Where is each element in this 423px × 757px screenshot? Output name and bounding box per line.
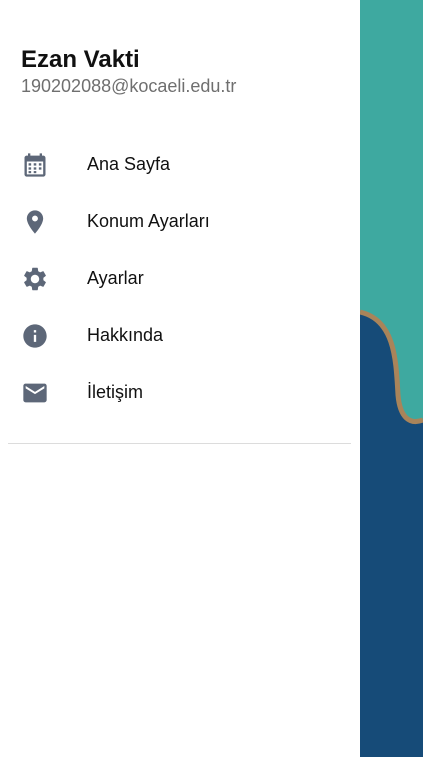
menu-divider	[8, 443, 351, 444]
menu-item-ayarlar[interactable]: Ayarlar	[0, 249, 360, 306]
menu-list: Ana Sayfa Konum Ayarları Ayarlar Hakkınd…	[0, 135, 360, 420]
mail-icon	[21, 379, 49, 407]
gear-icon	[21, 265, 49, 293]
menu-label-ayarlar: Ayarlar	[87, 268, 144, 288]
menu-label-iletisim: İletişim	[87, 382, 144, 402]
account-email: 190202088@kocaeli.edu.tr	[21, 76, 237, 96]
menu-label-hakkinda: Hakkında	[87, 325, 164, 345]
app-screen: Ezan Vakti 190202088@kocaeli.edu.tr Ana …	[0, 0, 423, 757]
menu-label-konum-ayarlari: Konum Ayarları	[87, 211, 210, 231]
menu-item-iletisim[interactable]: İletişim	[0, 363, 360, 420]
menu-item-ana-sayfa[interactable]: Ana Sayfa	[0, 135, 360, 192]
info-icon	[21, 322, 49, 350]
menu-label-ana-sayfa: Ana Sayfa	[87, 154, 171, 174]
menu-item-konum-ayarlari[interactable]: Konum Ayarları	[0, 192, 360, 249]
location-pin-icon	[21, 208, 49, 236]
drawer-header: Ezan Vakti 190202088@kocaeli.edu.tr	[21, 46, 236, 97]
app-title: Ezan Vakti	[21, 46, 140, 73]
calendar-icon	[21, 151, 49, 179]
navigation-drawer: Ezan Vakti 190202088@kocaeli.edu.tr Ana …	[0, 0, 360, 757]
menu-item-hakkinda[interactable]: Hakkında	[0, 306, 360, 363]
